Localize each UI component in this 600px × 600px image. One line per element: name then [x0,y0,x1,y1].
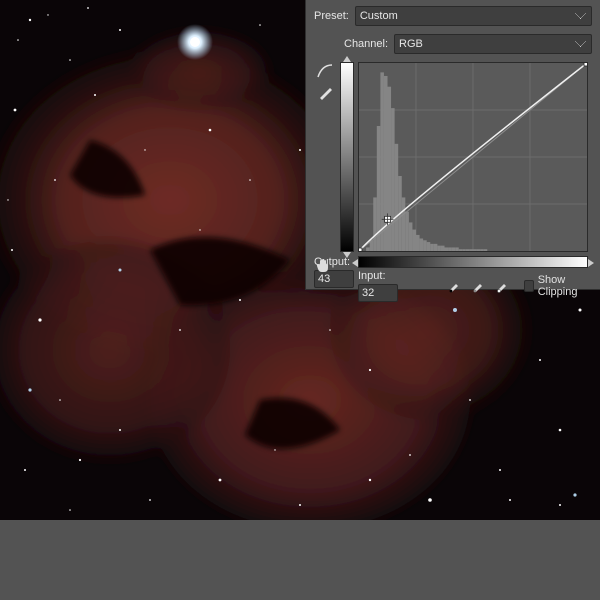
preset-label: Preset: [314,10,349,22]
channel-label: Channel: [344,38,388,50]
input-label: Input: [358,270,398,282]
pencil-icon[interactable] [315,84,335,102]
curves-panel: Preset: Custom Channel: RGB [305,0,600,290]
show-clipping-checkbox[interactable]: Show Clipping [524,274,592,298]
output-gradient [340,62,354,252]
hand-sampler-icon[interactable] [314,255,334,275]
input-field[interactable] [358,284,398,302]
curve-grid[interactable] [358,62,588,252]
eyedropper-white-icon[interactable] [492,277,512,295]
show-clipping-label: Show Clipping [538,274,592,298]
input-gradient [358,256,588,268]
curve-tool-icon[interactable] [315,62,335,80]
preset-select[interactable]: Custom [355,6,592,26]
channel-select[interactable]: RGB [394,34,592,54]
eyedropper-gray-icon[interactable] [468,277,488,295]
eyedropper-black-icon[interactable] [444,277,464,295]
